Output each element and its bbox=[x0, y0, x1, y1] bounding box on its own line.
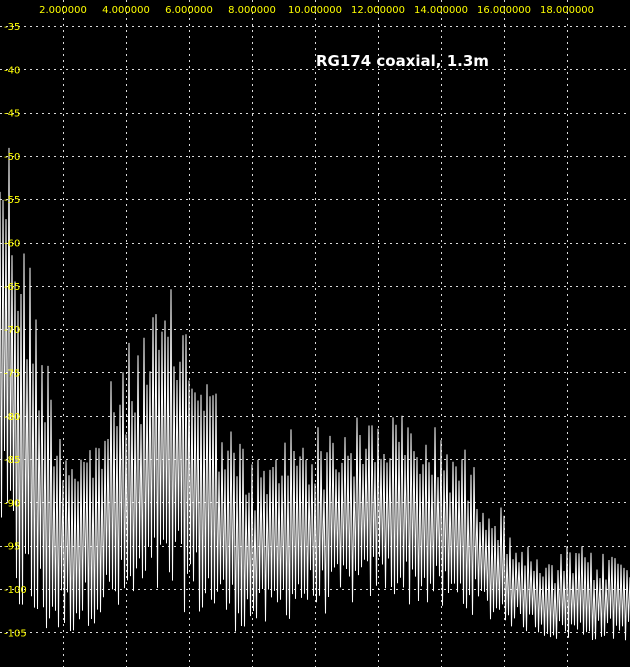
x-tick-labels: 2.000000 4.000000 6.000000 8.000000 10.00000… bbox=[39, 5, 594, 16]
y-tick-label: -55 bbox=[4, 195, 20, 206]
x-tick-label: 2.000000 bbox=[39, 5, 87, 16]
x-tick-label: 4.000000 bbox=[102, 5, 150, 16]
y-tick-label: -50 bbox=[4, 152, 20, 163]
y-tick-label: -85 bbox=[4, 455, 20, 466]
y-tick-label: -75 bbox=[4, 368, 20, 379]
x-tick-label: 16.000000 bbox=[477, 5, 531, 16]
y-tick-label: -35 bbox=[4, 22, 20, 33]
y-tick-label: -90 bbox=[4, 498, 20, 509]
y-tick-label: -70 bbox=[4, 325, 20, 336]
spectrum-plot: 2.000000 4.000000 6.000000 8.000000 10.00000… bbox=[0, 0, 630, 667]
y-tick-label: -65 bbox=[4, 282, 20, 293]
x-tick-label: 6.000000 bbox=[165, 5, 213, 16]
y-tick-label: -45 bbox=[4, 109, 20, 120]
x-tick-label: 12.000000 bbox=[351, 5, 405, 16]
y-tick-label: -80 bbox=[4, 412, 20, 423]
y-tick-label: -60 bbox=[4, 239, 20, 250]
x-tick-label: 10.000000 bbox=[288, 5, 342, 16]
y-tick-label: -40 bbox=[4, 65, 20, 76]
chart-title: RG174 coaxial, 1.3m bbox=[316, 52, 489, 70]
x-tick-label: 14.000000 bbox=[414, 5, 468, 16]
y-tick-label: -95 bbox=[4, 542, 20, 553]
x-tick-label: 8.000000 bbox=[228, 5, 276, 16]
x-tick-label: 18.000000 bbox=[540, 5, 594, 16]
y-tick-label: -100 bbox=[4, 585, 27, 596]
y-tick-label: -105 bbox=[4, 628, 27, 639]
